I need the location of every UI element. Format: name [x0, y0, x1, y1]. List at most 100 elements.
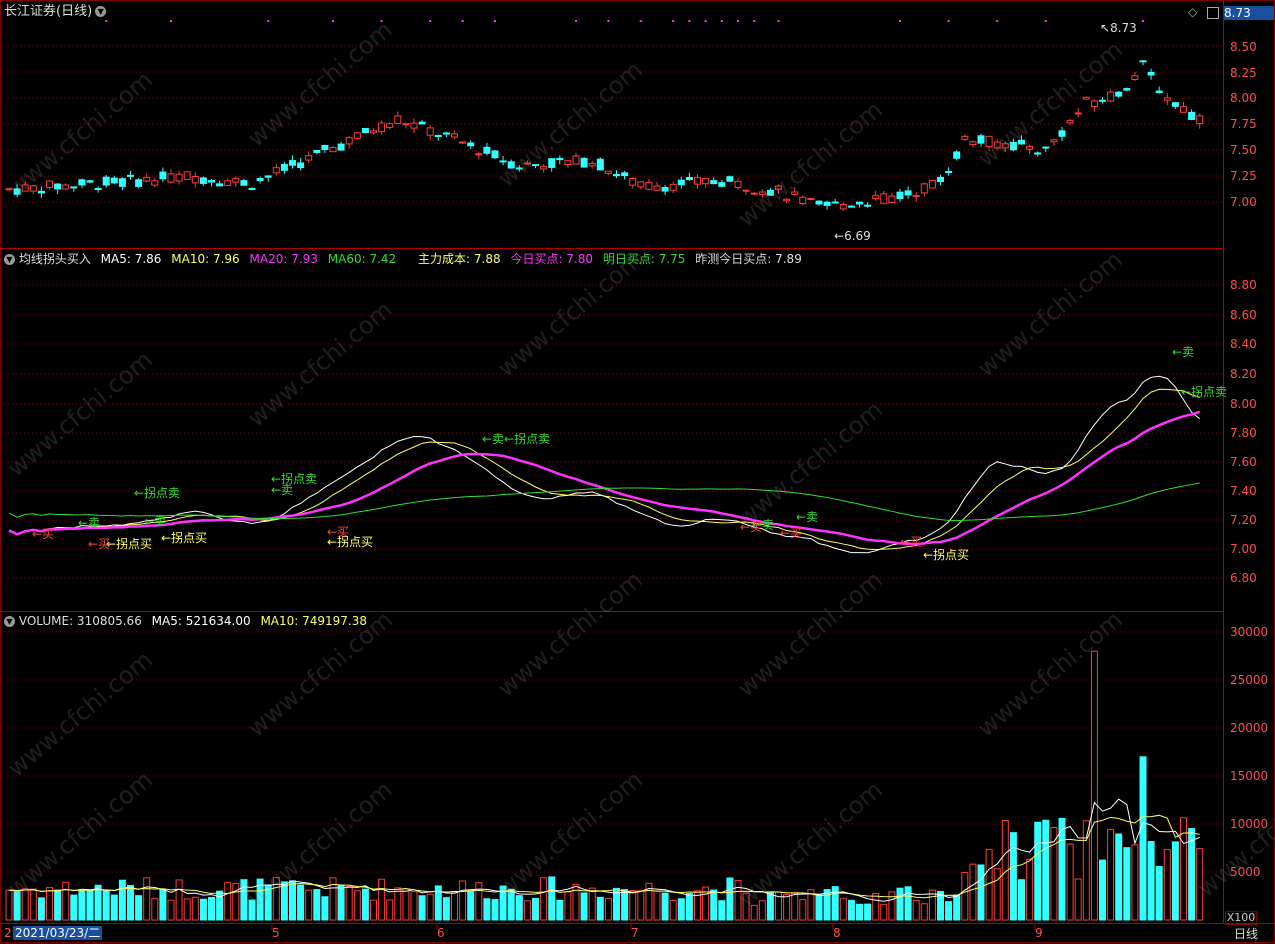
candle-body — [694, 177, 701, 185]
candle-body — [1147, 71, 1155, 76]
signal-label: ←卖←拐点卖 — [482, 432, 551, 446]
signal-label: ←卖 — [78, 516, 101, 530]
volume-bar — [46, 887, 53, 921]
volume-bar — [742, 892, 750, 921]
current-price-badge: 8.73 — [1224, 6, 1274, 20]
volume-bar — [653, 890, 661, 921]
period-button[interactable]: 日线 — [1226, 926, 1266, 942]
candle-body — [961, 135, 969, 140]
x-left-mark: 2 — [4, 926, 12, 940]
signal-dot — [737, 20, 739, 22]
volume-bar — [5, 889, 13, 921]
chart-title-row[interactable]: 长江证券(日线) ▼ — [4, 5, 107, 19]
candle-body — [378, 122, 386, 133]
candle-body — [791, 191, 799, 195]
volume-bar — [183, 898, 191, 921]
candle-body — [864, 204, 872, 207]
volume-bar — [734, 880, 742, 921]
chart-canvas[interactable] — [0, 0, 1275, 944]
candle-body — [78, 179, 86, 186]
dropdown-icon[interactable]: ▼ — [95, 6, 107, 17]
candle-body — [556, 157, 564, 161]
candle-body — [110, 177, 118, 184]
volume-bar — [888, 891, 896, 921]
volume-bar — [289, 880, 296, 921]
candle-body — [208, 180, 215, 183]
candle-body — [540, 165, 548, 170]
volume-bar — [864, 903, 872, 921]
volume-bar — [459, 880, 467, 921]
candle-body — [702, 178, 710, 185]
candle-body — [94, 188, 102, 191]
vol-tick: 25000 — [1230, 673, 1269, 687]
indicator-name: 均线拐头买入 — [18, 252, 91, 266]
diamond-icon[interactable]: ◇ — [1188, 5, 1197, 19]
volume-bar — [596, 896, 604, 921]
volume-dropdown-icon[interactable]: ▼ — [4, 616, 15, 627]
candle-body — [410, 122, 418, 129]
candle-body — [127, 174, 134, 177]
signal-dot — [704, 20, 707, 22]
indicator-dropdown-icon[interactable]: ▼ — [4, 254, 15, 265]
volume-bar — [70, 894, 78, 921]
volume-header[interactable]: ▼ VOLUME: 310805.66 MA5: 521634.00 MA10:… — [4, 614, 367, 628]
signal-dot — [672, 20, 675, 22]
signal-dot — [575, 20, 577, 22]
volume-bar — [637, 890, 645, 921]
ind-tick: 7.60 — [1230, 455, 1257, 469]
candle-body — [13, 188, 21, 195]
candle-body — [872, 195, 880, 200]
candle-body — [928, 180, 936, 189]
ind-tomorrow-buy: 明日买点: 7.75 — [602, 252, 686, 266]
candle-body — [807, 197, 815, 200]
candle-body — [361, 127, 369, 134]
candle-body — [904, 190, 912, 196]
candle-body — [1188, 111, 1196, 120]
volume-bar — [62, 881, 70, 921]
ind-main-cost: 主力成本: 7.88 — [418, 252, 501, 266]
signal-label: ←卖 — [1172, 345, 1195, 359]
volume-bar — [240, 879, 248, 921]
candle-body — [216, 183, 224, 187]
price-tick: 7.50 — [1230, 143, 1257, 157]
price-tick: 7.25 — [1230, 169, 1257, 183]
signal-dot — [380, 20, 383, 22]
indicator-header[interactable]: ▼ 均线拐头买入 MA5: 7.86 MA10: 7.96 MA20: 7.93… — [4, 252, 802, 266]
candle-body — [896, 191, 904, 200]
volume-bar — [175, 879, 183, 921]
signal-label: ←买 — [780, 526, 803, 540]
candle-body — [329, 147, 337, 153]
candle-body — [289, 160, 296, 166]
vol-tick: 5000 — [1230, 865, 1261, 879]
candle-body — [143, 176, 151, 182]
signal-label: ←买 — [88, 537, 111, 551]
volume-bar — [78, 890, 86, 921]
volume-bar — [977, 864, 985, 921]
ind-tick: 7.40 — [1230, 484, 1257, 498]
volume-bar — [661, 892, 669, 921]
volume-bar — [726, 877, 734, 921]
signal-label: ←拐点买 — [923, 548, 970, 562]
candle-body — [629, 178, 637, 186]
volume-bar — [791, 892, 799, 921]
candle-body — [1026, 145, 1034, 150]
price-tick: 8.00 — [1230, 91, 1257, 105]
candle-body — [734, 180, 742, 188]
ind-tick: 8.60 — [1230, 308, 1257, 322]
volume-bar — [208, 897, 215, 921]
panel-toggle-icon[interactable] — [1207, 7, 1219, 19]
signal-label: ←买 — [900, 535, 923, 549]
volume-bar — [143, 877, 151, 921]
volume-bar — [1163, 849, 1171, 921]
low-price-label: ←6.69 — [834, 229, 871, 243]
candle-body — [191, 175, 199, 184]
candle-body — [604, 170, 612, 174]
candle-body — [888, 195, 896, 204]
volume-bar — [232, 883, 240, 921]
candle-body — [710, 180, 718, 185]
candle-body — [1099, 99, 1106, 102]
volume-bar — [394, 887, 402, 921]
signal-label: ←拐点买 — [106, 537, 153, 551]
volume-bar — [961, 872, 969, 921]
volume-bar — [1042, 819, 1050, 921]
